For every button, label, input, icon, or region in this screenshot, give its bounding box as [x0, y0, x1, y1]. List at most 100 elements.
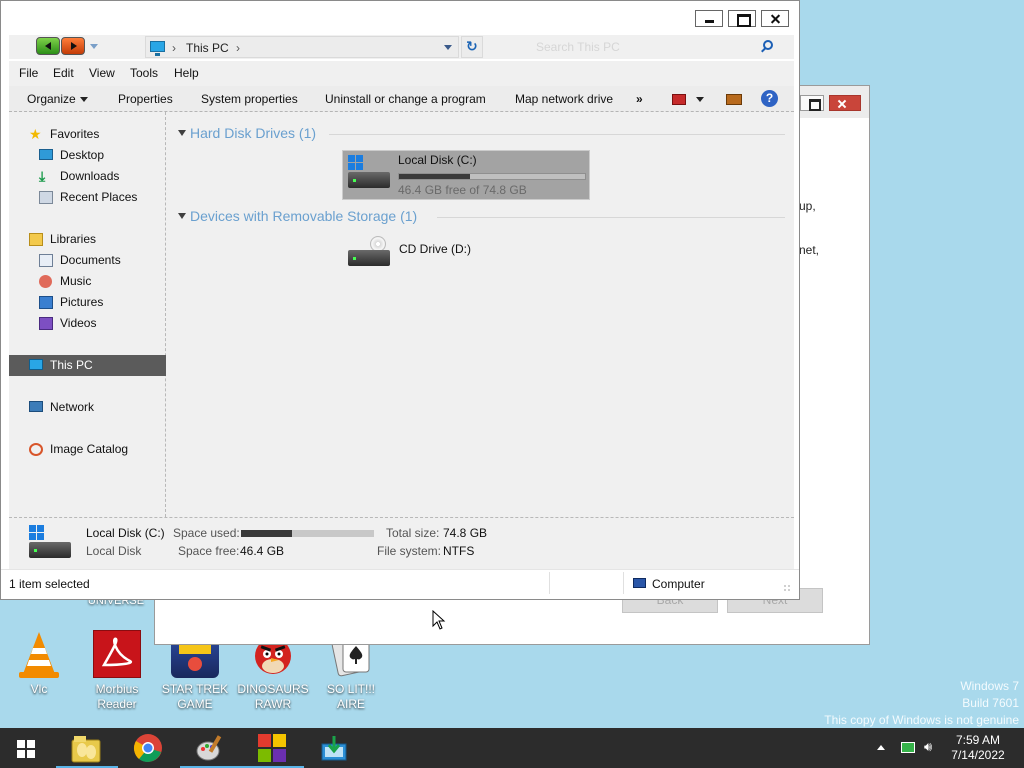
network-icon [29, 401, 43, 412]
properties-button[interactable]: Properties [118, 92, 173, 106]
address-history-dropdown-icon[interactable] [444, 45, 452, 50]
group-divider [329, 134, 785, 135]
chevron-down-icon [696, 97, 704, 103]
nav-label: Desktop [60, 148, 105, 162]
pdf-reader-icon [93, 630, 141, 678]
maximize-button[interactable] [800, 95, 824, 111]
preview-pane-button[interactable] [726, 92, 742, 106]
nav-label: Network [50, 400, 95, 414]
space-used-bar [241, 530, 374, 537]
desktop-icon-label: Morbius Reader [95, 682, 139, 711]
action-center-icon[interactable] [901, 742, 915, 753]
search-box[interactable]: Search This PC [485, 36, 791, 58]
vlc-icon [15, 630, 63, 678]
drive-d-item[interactable]: CD Drive (D:) [342, 232, 492, 272]
system-properties-button[interactable]: System properties [201, 92, 298, 106]
details-drive-name: Local Disk (C:) [86, 526, 165, 540]
computer-icon [150, 41, 165, 56]
uninstall-program-button[interactable]: Uninstall or change a program [325, 92, 486, 106]
breadcrumb-separator[interactable]: › [172, 41, 176, 55]
forward-arrow-icon[interactable] [61, 37, 85, 55]
taskbar-file-explorer[interactable] [56, 728, 118, 768]
navigation-pane[interactable]: ★ Favorites Desktop ⤓ Downloads Recent P… [9, 112, 166, 517]
nav-label: Recent Places [60, 190, 138, 204]
close-button[interactable] [761, 10, 789, 27]
organize-button[interactable]: Organize [27, 92, 88, 106]
menu-file[interactable]: File [19, 66, 38, 80]
close-button[interactable] [829, 95, 861, 111]
menu-tools[interactable]: Tools [130, 66, 158, 80]
taskbar-installer[interactable] [304, 728, 366, 768]
back-arrow-icon[interactable] [36, 37, 60, 55]
clock-time: 7:59 AM [955, 733, 1001, 747]
group-divider [437, 217, 785, 218]
help-button[interactable]: ? [761, 90, 778, 107]
nav-this-pc[interactable]: This PC [9, 355, 166, 376]
drive-c-usage-fill [399, 174, 470, 179]
clock[interactable]: 7:59 AM 7/14/2022 [946, 733, 1010, 763]
windows-watermark: Windows 7 Build 7601 This copy of Window… [824, 678, 1019, 729]
desktop-icon-label: STAR TREK GAME [161, 682, 229, 711]
taskbar-chrome[interactable] [118, 728, 180, 768]
selection-count: 1 item selected [9, 577, 90, 591]
menu-view[interactable]: View [89, 66, 115, 80]
file-list[interactable]: Hard Disk Drives (1) Local Disk (C:) 46.… [167, 112, 794, 517]
group-removable-storage[interactable]: Devices with Removable Storage (1) [190, 208, 417, 224]
desktop-icon-label: Vlc [30, 682, 48, 696]
drive-d-name: CD Drive (D:) [399, 242, 471, 256]
explorer-window[interactable]: › This PC › Search This PC File Edit Vie… [0, 0, 800, 600]
drive-c-usage-bar [398, 173, 586, 180]
windows-logo-icon [348, 155, 364, 171]
explorer-main-area: ★ Favorites Desktop ⤓ Downloads Recent P… [9, 112, 794, 517]
desktop-icon-label: SO LIT!!! AIRE [326, 682, 375, 711]
nav-label: Downloads [60, 169, 120, 183]
file-system-value: NTFS [443, 544, 475, 558]
windows-logo-icon [29, 525, 45, 541]
windows-start-icon [17, 740, 35, 758]
pictures-icon [39, 296, 53, 309]
map-network-drive-button[interactable]: Map network drive [515, 92, 613, 106]
start-button[interactable] [0, 728, 52, 768]
help-icon: ? [761, 90, 778, 107]
group-hard-disk-drives[interactable]: Hard Disk Drives (1) [190, 125, 316, 141]
download-arrow-icon: ⤓ [39, 168, 46, 184]
drive-c-tile[interactable]: Local Disk (C:) 46.4 GB free of 74.8 GB [342, 150, 590, 200]
breadcrumb-this-pc[interactable]: This PC [186, 41, 229, 55]
resize-grip-icon[interactable] [783, 584, 791, 592]
menu-help[interactable]: Help [174, 66, 199, 80]
desktop-icon-label: DINOSAURS RAWR [237, 682, 309, 711]
nav-label: Pictures [60, 295, 104, 309]
total-size-value: 74.8 GB [443, 526, 488, 540]
search-input[interactable]: Search This PC [536, 40, 620, 54]
taskbar-paint[interactable] [180, 728, 242, 768]
desktop-icon-vlc[interactable]: Vlc [3, 630, 75, 697]
address-bar[interactable]: › This PC › [145, 36, 459, 58]
hard-drive-icon [29, 542, 71, 558]
collapse-group-icon[interactable] [178, 213, 186, 219]
chevron-down-icon [79, 97, 88, 103]
maximize-button[interactable] [728, 10, 756, 27]
mouse-pointer-icon [432, 609, 446, 633]
minimize-button[interactable] [695, 10, 723, 27]
volume-icon[interactable]: 🔊︎ [924, 739, 932, 755]
more-commands-button[interactable]: » [636, 92, 643, 106]
desktop-icon-morbius-reader[interactable]: Morbius Reader [81, 630, 153, 712]
breadcrumb-separator[interactable]: › [236, 41, 240, 55]
space-free-value: 46.4 GB [240, 544, 285, 558]
nav-label: Documents [60, 253, 121, 267]
hard-drive-icon [348, 172, 390, 188]
taskbar-windows-live[interactable] [242, 728, 304, 768]
recent-pages-dropdown-icon[interactable] [90, 44, 98, 49]
menu-edit[interactable]: Edit [53, 66, 74, 80]
show-hidden-icons-icon[interactable] [877, 745, 885, 750]
collapse-group-icon[interactable] [178, 130, 186, 136]
search-icon[interactable] [763, 40, 773, 50]
watermark-line: Windows 7 [960, 679, 1019, 693]
change-view-button[interactable] [672, 92, 704, 106]
computer-icon [633, 578, 646, 588]
explorer-titlebar[interactable] [1, 1, 799, 35]
clock-date: 7/14/2022 [951, 748, 1005, 762]
folder-icon [29, 233, 43, 246]
refresh-icon[interactable] [461, 36, 483, 58]
taskbar: 🔊︎ 7:59 AM 7/14/2022 [0, 728, 1024, 768]
